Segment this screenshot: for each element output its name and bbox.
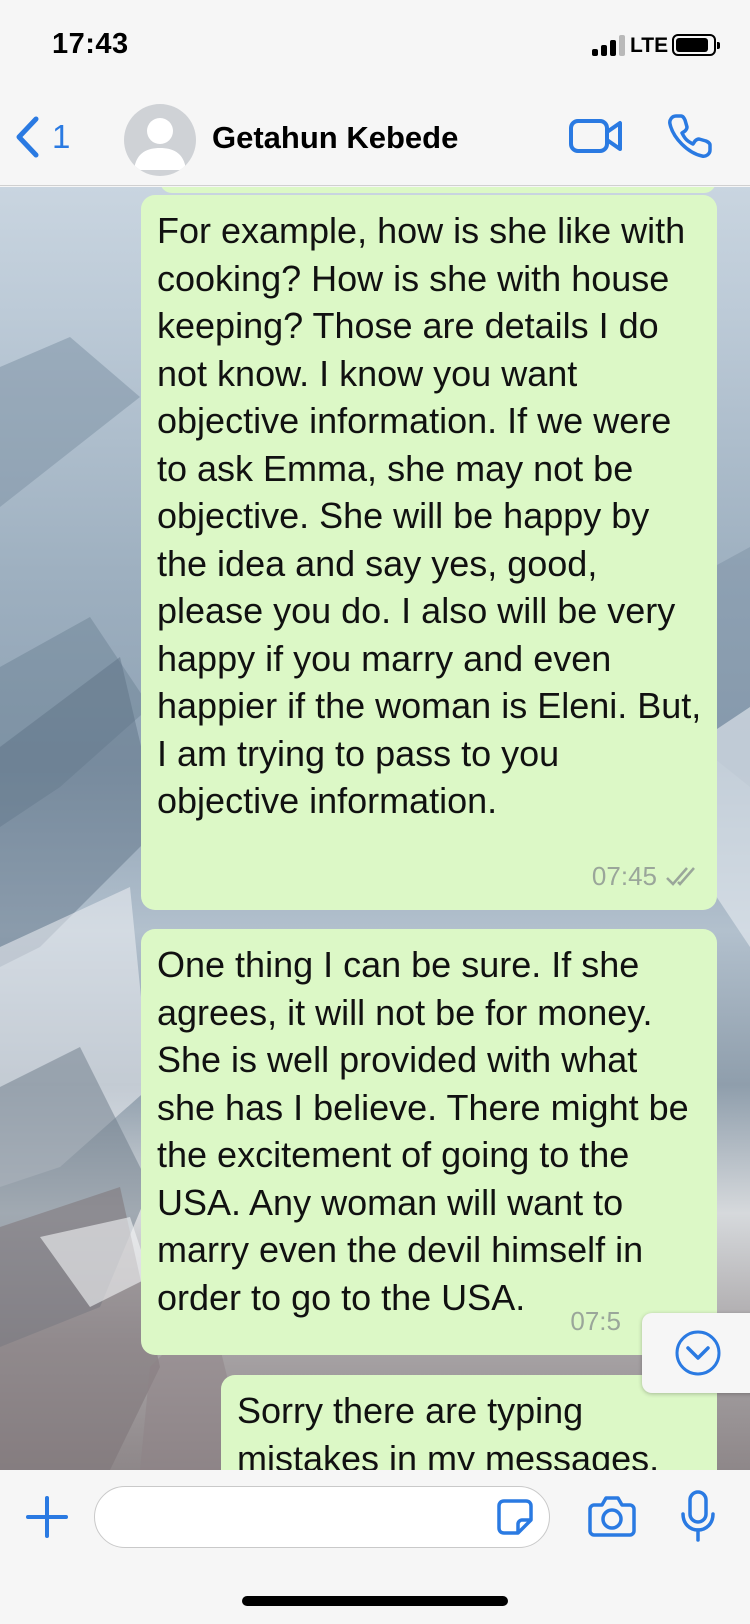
message-meta: 07:5 [570,1298,621,1346]
contact-name[interactable]: Getahun Kebede [212,120,458,156]
chat-area[interactable]: For example, how is she like with cookin… [0,187,750,1470]
message-text: Sorry there are typing mistakes in my me… [237,1390,660,1470]
plus-icon[interactable] [26,1496,68,1538]
message-time: 07:45 [591,860,657,891]
signal-icon [592,34,626,56]
message-bubble[interactable]: Sorry there are typing mistakes in my me… [221,1375,717,1470]
message-time: 07:5 [570,1305,621,1336]
message-bubble[interactable]: One thing I can be sure. If she agrees, … [141,929,717,1355]
message-bubble[interactable]: For example, how is she like with cookin… [141,195,717,910]
avatar-icon[interactable] [124,104,196,176]
message-text: One thing I can be sure. If she agrees, … [157,944,689,1318]
camera-icon[interactable] [588,1494,636,1538]
double-check-icon [666,867,695,887]
chevron-down-circle-icon [675,1330,721,1376]
scroll-to-bottom-button[interactable] [642,1313,750,1393]
previous-message-tail [160,187,716,193]
back-chevron-icon [16,116,39,158]
back-button[interactable]: 1 [14,112,70,162]
message-meta: 07:45 [592,853,701,901]
message-input[interactable] [94,1486,550,1548]
message-text: For example, how is she like with cookin… [157,210,702,821]
unread-count: 1 [52,118,71,155]
home-indicator [242,1596,508,1606]
status-bar: 17:43 LTE [0,0,750,92]
battery-icon [672,34,720,56]
network-type: LTE [630,34,669,57]
phone-icon[interactable] [666,112,714,160]
input-bar [0,1470,750,1624]
video-call-icon[interactable] [568,114,624,158]
sticker-icon[interactable] [496,1498,534,1536]
status-time: 17:43 [52,28,129,60]
microphone-icon[interactable] [680,1490,716,1542]
chat-header: 1 Getahun Kebede [0,92,750,186]
